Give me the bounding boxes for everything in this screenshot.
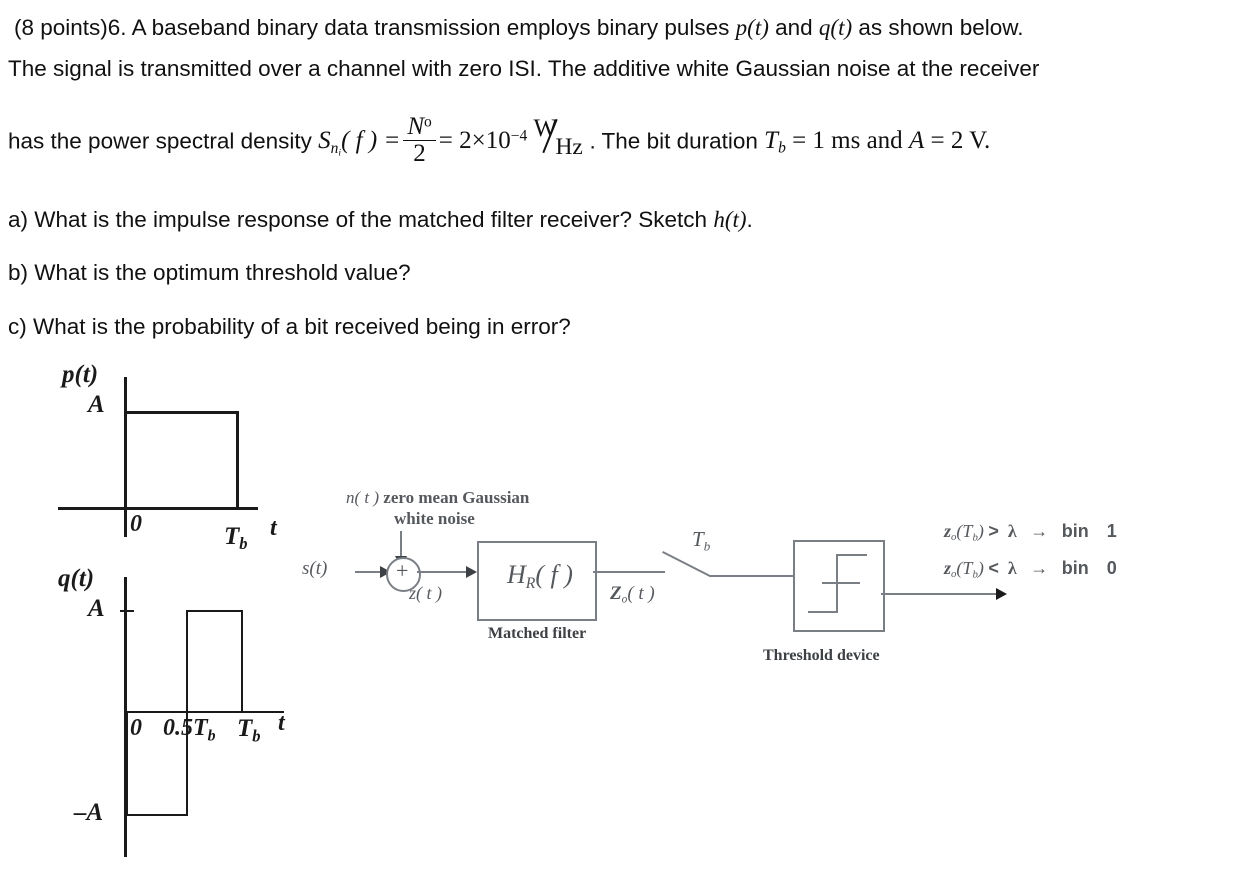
problem-line-3: has the power spectral density Sni( f ) … <box>8 113 991 168</box>
decision-output-arrow-head-icon <box>996 588 1007 600</box>
q-negative-amplitude-label: –A <box>74 799 104 826</box>
decision-rule-2: zo(Tb) < λ → bin 0 <box>944 558 1117 581</box>
tb-symbol: T <box>764 127 779 155</box>
pulse-q-symbol: q(t) <box>818 15 853 40</box>
noise-annotation-line-2: white noise <box>394 509 475 528</box>
psd-S: S <box>318 127 331 155</box>
p-xtick-tb: Tb <box>224 523 248 553</box>
sampler-period-sub: b <box>703 538 711 554</box>
question-b: b) What is the optimum threshold value? <box>8 260 411 285</box>
problem-line-1: (8 points)6. A baseband binary data tran… <box>14 16 1024 40</box>
noise-annotation-line-1: n( t ) zero mean Gaussian <box>346 488 530 507</box>
q-negative-level <box>126 814 188 816</box>
threshold-device-caption: Threshold device <box>763 647 880 664</box>
psd-denominator: 2 <box>403 140 436 167</box>
q-title-label: q(t) <box>58 565 95 592</box>
input-signal-label: s(t) <box>302 558 328 579</box>
psd-unit-denominator: Hz <box>555 133 583 160</box>
threshold-step-icon-mid <box>822 582 860 584</box>
summing-junction-plus-icon: + <box>396 558 409 583</box>
threshold-step-icon-top <box>836 554 867 556</box>
q-positive-level <box>186 610 243 612</box>
problem-line-2: The signal is transmitted over a channel… <box>8 56 1040 81</box>
problem-line-1-text-a: (8 points)6. A baseband binary data tran… <box>14 15 736 40</box>
q-xtick-tb-sub: b <box>252 726 261 746</box>
q-xtick-zero: 0 <box>130 715 142 741</box>
tb-subscript: b <box>778 139 786 157</box>
decision-output-line <box>881 593 999 595</box>
matched-filter-transfer-function: HR( f ) <box>507 560 573 593</box>
q-xtick-half-tb: 0.5Tb <box>163 715 216 745</box>
sampler-to-threshold-line <box>710 575 795 577</box>
question-a-end: . <box>746 207 753 232</box>
psd-sub-n: ni <box>330 139 342 159</box>
figure-area: p(t) A 0 Tb t q(t) A –A 0 0.5Tb Tb t n(… <box>0 355 1257 887</box>
q-rising-edge-at-half-tb <box>186 611 188 816</box>
psd-numerator: No <box>407 113 432 140</box>
summer-output-label: z( t ) <box>409 583 442 603</box>
p-xtick-zero: 0 <box>130 511 142 537</box>
q-falling-edge-at-tb <box>241 610 243 713</box>
psd-num-sup: o <box>424 113 432 131</box>
pulse-p-symbol: p(t) <box>735 15 769 40</box>
question-a: a) What is the impulse response of the m… <box>8 208 753 232</box>
psd-units: W Hz <box>533 116 589 160</box>
q-amplitude-label: A <box>88 595 105 622</box>
problem-line-1-text-b: and <box>768 15 819 40</box>
filter-output-label: Zo( t ) <box>610 583 655 606</box>
q-x-axis <box>124 711 284 713</box>
q-xtick-half-tb-sub: b <box>207 727 216 745</box>
bit-duration-value: Tb = 1 ms and A = 2 V. <box>764 127 991 157</box>
psd-exponent: −4 <box>510 127 528 145</box>
p-x-axis <box>58 507 258 510</box>
summer-to-filter-line <box>417 571 471 573</box>
tb-value: = 1 ms and <box>785 127 909 155</box>
threshold-step-icon-bottom <box>808 611 838 613</box>
filter-input-arrow-head-icon <box>466 566 477 578</box>
sampler-period-label: Tb <box>692 527 711 554</box>
p-x-axis-label: t <box>270 515 277 541</box>
decision-rule-1: zo(Tb) > λ → bin 1 <box>944 521 1117 544</box>
question-c: c) What is the probability of a bit rece… <box>8 314 571 339</box>
sampler-switch-blade <box>662 551 712 578</box>
matched-filter-caption: Matched filter <box>488 625 587 642</box>
p-xtick-tb-sub: b <box>239 533 248 553</box>
psd-arg: ( f ) = <box>341 127 401 155</box>
p-pulse-falling-edge <box>236 411 239 510</box>
p-pulse-top <box>126 411 239 414</box>
psd-fraction: No 2 <box>403 113 436 168</box>
psd-equals-value: = 2×10 <box>438 127 511 155</box>
problem-line-1-text-c: as shown below. <box>852 15 1024 40</box>
question-a-text: a) What is the impulse response of the m… <box>8 207 714 232</box>
amplitude-value: = 2 V. <box>924 127 991 155</box>
q-xtick-tb: Tb <box>237 715 261 746</box>
q-x-axis-label: t <box>278 710 285 736</box>
q-falling-edge-at-zero <box>126 711 128 816</box>
problem-line-3-text-b: . The bit duration <box>589 128 765 154</box>
p-y-axis <box>124 377 127 537</box>
filter-output-line <box>593 571 665 573</box>
amplitude-symbol: A <box>908 127 925 155</box>
q-amplitude-tick <box>120 610 134 612</box>
impulse-response-symbol: h(t) <box>713 207 747 232</box>
p-amplitude-label: A <box>88 391 105 418</box>
threshold-step-icon-riser <box>836 555 838 613</box>
matched-filter-sub: R <box>525 575 536 593</box>
p-title-label: p(t) <box>62 361 99 388</box>
problem-line-3-text-a: has the power spectral density <box>8 128 319 154</box>
psd-formula: Sni( f ) = No 2 = 2×10−4 W Hz <box>318 113 589 167</box>
